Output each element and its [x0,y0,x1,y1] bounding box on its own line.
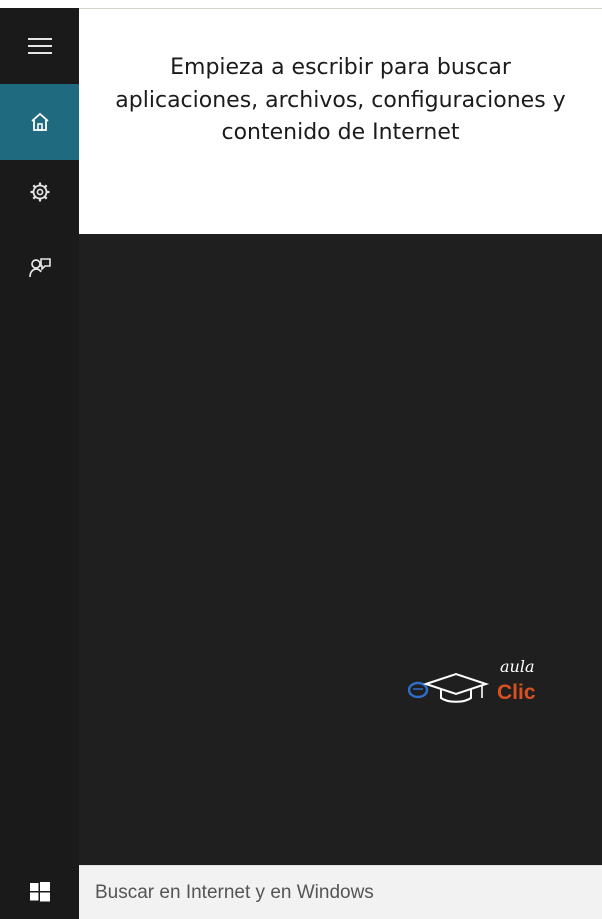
results-area [79,234,602,865]
search-hint-text: Empieza a escribir para buscar aplicacio… [115,55,566,146]
hamburger-menu-icon [27,38,52,54]
taskbar-search-box[interactable] [79,865,602,919]
rail-item-feedback[interactable] [0,230,79,306]
rail-item-home[interactable] [0,84,79,160]
cortana-search-panel: Empieza a escribir para buscar aplicacio… [0,0,602,919]
windows-logo-icon [29,882,50,902]
search-hint-panel: Empieza a escribir para buscar aplicacio… [79,8,602,234]
gear-icon [30,182,49,202]
feedback-icon [28,258,51,278]
hamburger-menu-button[interactable] [0,8,79,84]
search-input[interactable] [79,866,602,919]
rail-item-settings[interactable] [0,154,79,230]
logo-text-aula: aula [500,657,535,676]
logo-text-clic: Clic [497,681,536,704]
home-icon [30,112,49,131]
start-button[interactable] [0,865,79,919]
left-rail [0,8,79,865]
